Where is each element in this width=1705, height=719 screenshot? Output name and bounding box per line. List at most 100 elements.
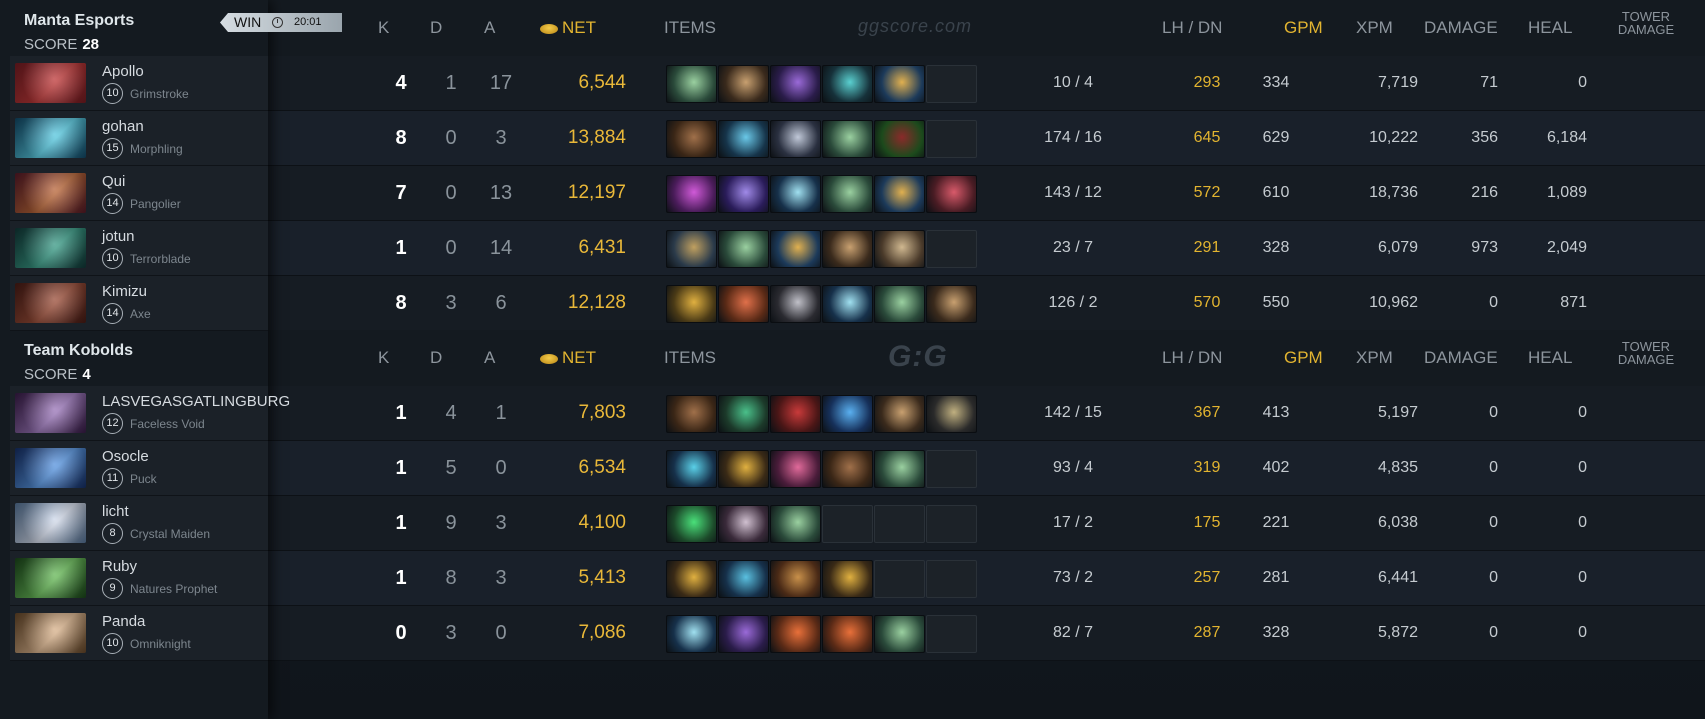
item-icon[interactable] (822, 560, 873, 598)
item-icon[interactable] (822, 615, 873, 653)
player-row[interactable]: jotun 10 Terrorblade (10, 221, 268, 276)
item-icon[interactable] (926, 285, 977, 323)
last-hits-denies: 17 / 2 (1052, 514, 1094, 531)
match-time: 20:01 (294, 16, 322, 28)
item-icon[interactable] (822, 65, 873, 103)
heal: 0 (1489, 514, 1498, 531)
player-row[interactable]: Osocle 11 Puck (10, 441, 268, 496)
heal: 973 (1471, 239, 1498, 256)
item-icon[interactable] (666, 230, 717, 268)
empty-item-slot[interactable] (926, 505, 977, 543)
item-icon[interactable] (666, 450, 717, 488)
empty-item-slot[interactable] (926, 560, 977, 598)
assists: 1 (495, 402, 507, 424)
item-icon[interactable] (666, 120, 717, 158)
item-icon[interactable] (718, 175, 769, 213)
item-icon[interactable] (770, 120, 821, 158)
item-icon[interactable] (874, 450, 925, 488)
item-icon[interactable] (822, 450, 873, 488)
team-name: Manta Esports (24, 12, 135, 29)
item-icon[interactable] (926, 175, 977, 213)
gpm: 572 (1193, 184, 1221, 201)
player-row[interactable]: gohan 15 Morphling (10, 111, 268, 166)
item-icon[interactable] (770, 230, 821, 268)
item-icon[interactable] (718, 450, 769, 488)
deaths: 0 (445, 127, 457, 149)
item-icon[interactable] (666, 175, 717, 213)
item-icon[interactable] (822, 120, 873, 158)
item-icon[interactable] (718, 560, 769, 598)
player-row[interactable]: Ruby 9 Natures Prophet (10, 551, 268, 606)
player-row[interactable]: Kimizu 14 Axe (10, 276, 268, 331)
item-icon[interactable] (822, 175, 873, 213)
player-row[interactable]: LASVEGASGATLINGBURG 12 Faceless Void (10, 386, 290, 441)
item-icon[interactable] (822, 285, 873, 323)
item-icon[interactable] (666, 65, 717, 103)
heal: 0 (1489, 404, 1498, 421)
score-label: SCORE (24, 366, 78, 383)
item-icon[interactable] (874, 285, 925, 323)
item-icon[interactable] (874, 175, 925, 213)
item-icon[interactable] (874, 615, 925, 653)
item-icon[interactable] (666, 615, 717, 653)
header-lh-dn: LH / DN (1162, 348, 1222, 368)
portrait-shade (15, 448, 86, 488)
item-icon[interactable] (926, 395, 977, 433)
empty-item-slot[interactable] (926, 615, 977, 653)
item-icon[interactable] (718, 120, 769, 158)
player-row[interactable]: Qui 14 Pangolier (10, 166, 268, 221)
empty-item-slot[interactable] (822, 505, 873, 543)
item-icon[interactable] (718, 395, 769, 433)
item-icon[interactable] (770, 615, 821, 653)
empty-item-slot[interactable] (926, 450, 977, 488)
header-gpm-label: GPM (1284, 348, 1323, 367)
xpm: 221 (1262, 514, 1290, 531)
item-icon[interactable] (718, 230, 769, 268)
xpm: 334 (1262, 74, 1290, 91)
assists: 0 (495, 457, 507, 479)
hero-level: 15 (102, 138, 123, 159)
player-row[interactable]: licht 8 Crystal Maiden (10, 496, 268, 551)
heal: 0 (1489, 459, 1498, 476)
gold-coin-icon (540, 353, 558, 364)
item-icon[interactable] (718, 505, 769, 543)
item-icon[interactable] (666, 505, 717, 543)
header-damage: DAMAGE (1424, 348, 1498, 368)
item-icon[interactable] (718, 285, 769, 323)
item-icon[interactable] (770, 285, 821, 323)
item-icon[interactable] (874, 65, 925, 103)
item-icon[interactable] (770, 395, 821, 433)
item-icon[interactable] (666, 285, 717, 323)
item-icon[interactable] (770, 560, 821, 598)
item-icon[interactable] (666, 395, 717, 433)
empty-item-slot[interactable] (874, 505, 925, 543)
player-row[interactable]: Panda 10 Omniknight (10, 606, 268, 661)
empty-item-slot[interactable] (926, 65, 977, 103)
header-gpm-label: GPM (1284, 18, 1323, 37)
item-icon[interactable] (718, 65, 769, 103)
player-row[interactable]: Apollo 10 Grimstroke (10, 56, 268, 111)
item-icon[interactable] (874, 230, 925, 268)
tower-damage: 1,089 (1546, 184, 1587, 201)
header-gpm: GPM (1284, 18, 1323, 38)
hero-name: Natures Prophet (130, 582, 218, 596)
item-icon[interactable] (770, 65, 821, 103)
header-damage-label: DAMAGE (1424, 348, 1498, 367)
item-icon[interactable] (770, 450, 821, 488)
xpm: 550 (1262, 294, 1290, 311)
item-icon[interactable] (770, 175, 821, 213)
empty-item-slot[interactable] (926, 230, 977, 268)
empty-item-slot[interactable] (926, 120, 977, 158)
item-icon[interactable] (874, 395, 925, 433)
header-net-label: NET (562, 348, 596, 367)
header-a: A (484, 348, 495, 368)
item-icon[interactable] (874, 120, 925, 158)
item-icon[interactable] (666, 560, 717, 598)
item-slots (666, 285, 996, 323)
header-tower-damage: TOWER DAMAGE (1611, 10, 1681, 36)
item-icon[interactable] (822, 230, 873, 268)
item-icon[interactable] (770, 505, 821, 543)
item-icon[interactable] (822, 395, 873, 433)
empty-item-slot[interactable] (874, 560, 925, 598)
item-icon[interactable] (718, 615, 769, 653)
